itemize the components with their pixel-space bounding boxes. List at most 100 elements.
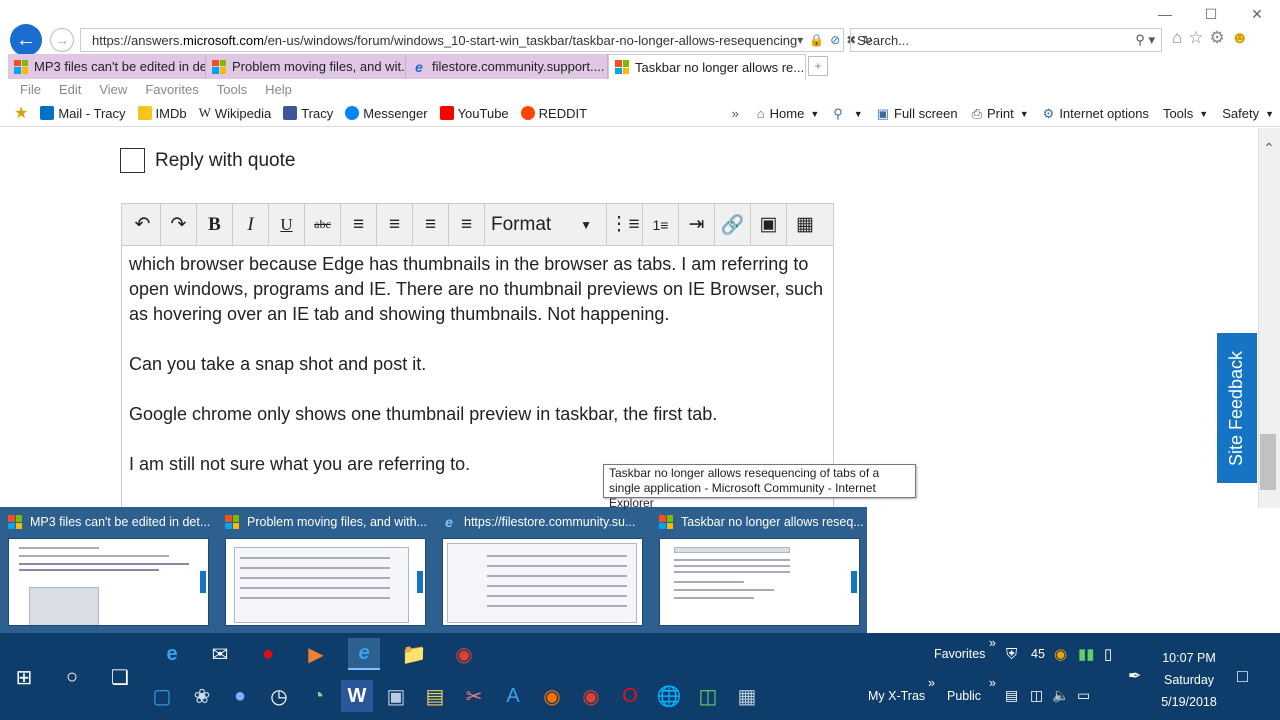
app-window-icon[interactable]: ▦ xyxy=(731,680,763,712)
table-icon[interactable]: ▦ xyxy=(787,204,823,245)
numbered-list-icon[interactable]: 1≡ xyxy=(643,204,679,245)
network-folder-icon[interactable]: ◫ xyxy=(692,680,724,712)
tools-button[interactable]: Tools ▼ xyxy=(1163,106,1208,121)
fav-wikipedia[interactable]: W Wikipedia xyxy=(199,105,272,121)
my-xtras-toolbar-label[interactable]: My X-Tras xyxy=(868,689,925,703)
tab-mp3-files[interactable]: MP3 files can't be edited in det... xyxy=(8,54,206,79)
fav-reddit[interactable]: REDDIT xyxy=(520,106,587,121)
maximize-icon[interactable]: ☐ xyxy=(1188,0,1234,28)
fav-imdb[interactable]: IMDb xyxy=(137,106,187,121)
tray-number[interactable]: 45 xyxy=(1031,647,1045,661)
chrome-icon[interactable]: ◉ xyxy=(575,680,607,712)
display-icon[interactable]: ▭ xyxy=(1077,687,1090,704)
app-a-icon[interactable]: A xyxy=(497,680,529,712)
volume-icon[interactable]: 🔈 xyxy=(1052,687,1069,704)
undo-icon[interactable]: ↶ xyxy=(125,204,161,245)
justify-icon[interactable]: ≡ xyxy=(449,204,485,245)
edge-icon[interactable]: e xyxy=(156,638,188,670)
gauge-icon[interactable]: ◔ xyxy=(302,680,334,712)
menu-favorites[interactable]: Favorites xyxy=(145,82,198,97)
blocked-icon[interactable]: ⊘ xyxy=(830,33,840,47)
globe-icon[interactable]: 🌐 xyxy=(653,680,685,712)
redo-icon[interactable]: ↷ xyxy=(161,204,197,245)
close-icon[interactable]: ✕ xyxy=(1234,0,1280,28)
align-center-icon[interactable]: ≡ xyxy=(377,204,413,245)
windows-start-icon[interactable]: ⊞ xyxy=(8,661,40,693)
tray-bars-icon[interactable]: ▮▮ xyxy=(1078,645,1095,663)
back-button[interactable]: ← xyxy=(10,24,42,56)
menu-help[interactable]: Help xyxy=(265,82,292,97)
action-center-icon[interactable]: □ xyxy=(1237,666,1248,687)
home-icon[interactable]: ⌂ xyxy=(1172,28,1182,48)
network-icon[interactable]: ▤ xyxy=(1005,687,1018,704)
scrollbar-thumb[interactable] xyxy=(1260,434,1276,490)
bubbles-icon[interactable]: ● xyxy=(224,680,256,712)
favorites-star-icon[interactable]: ★ xyxy=(14,103,28,123)
battery-icon[interactable]: ▯ xyxy=(1104,645,1112,663)
clock[interactable]: 10:07 PM Saturday 5/19/2018 xyxy=(1158,647,1220,713)
internet-options-button[interactable]: ⚙ Internet options xyxy=(1043,106,1149,122)
search-input[interactable]: Search... ⚲ ▾ xyxy=(850,28,1162,52)
new-tab-button[interactable]: + xyxy=(808,56,828,76)
zoom-button[interactable]: ⚲ ▼ xyxy=(833,106,862,122)
scroll-up-icon[interactable]: ⌃ xyxy=(1258,140,1280,160)
fav-youtube[interactable]: YouTube xyxy=(439,106,509,121)
close-tab-icon[interactable]: ✕ xyxy=(804,59,805,75)
italic-icon[interactable]: I xyxy=(233,204,269,245)
thumbnail-preview[interactable]: e https://filestore.community.su... xyxy=(434,507,651,633)
fav-messenger[interactable]: Messenger xyxy=(345,106,428,121)
notes-icon[interactable]: ▣ xyxy=(380,680,412,712)
smiley-icon[interactable]: ☻ xyxy=(1231,28,1249,48)
tab-filestore[interactable]: e filestore.community.support.... xyxy=(406,54,608,79)
home-button[interactable]: ⌂ Home ▼ xyxy=(757,106,819,121)
media-player-icon[interactable]: ▶ xyxy=(300,638,332,670)
fav-mail-tracy[interactable]: Mail - Tracy xyxy=(40,106,126,121)
tray-app-icon[interactable]: ◉ xyxy=(1054,645,1067,663)
tab-problem-moving-files[interactable]: Problem moving files, and wit... xyxy=(206,54,406,79)
strikethrough-icon[interactable]: abc xyxy=(305,204,341,245)
indent-icon[interactable]: ⇥ xyxy=(679,204,715,245)
reply-with-quote-checkbox[interactable] xyxy=(120,148,145,173)
thumbnail-preview[interactable]: Taskbar no longer allows reseq... xyxy=(651,507,868,633)
link-icon[interactable]: 🔗 xyxy=(715,204,751,245)
underline-icon[interactable]: U xyxy=(269,204,305,245)
search-icon[interactable]: ⚲ ▾ xyxy=(1135,32,1155,48)
menu-view[interactable]: View xyxy=(99,82,127,97)
align-right-icon[interactable]: ≡ xyxy=(413,204,449,245)
ie-taskbar-icon[interactable]: e xyxy=(348,638,380,670)
task-view-icon[interactable]: ❏ xyxy=(104,661,136,693)
pen-icon[interactable]: ✒ xyxy=(1128,666,1141,686)
favorites-toolbar-label[interactable]: Favorites xyxy=(934,647,985,661)
public-toolbar-label[interactable]: Public xyxy=(947,689,981,703)
star-icon[interactable]: ☆ xyxy=(1188,28,1203,48)
cortana-icon[interactable]: ○ xyxy=(56,661,88,693)
snipping-tool-icon[interactable]: ✂ xyxy=(458,680,490,712)
firefox-icon[interactable]: ◉ xyxy=(536,680,568,712)
tab-taskbar-active[interactable]: Taskbar no longer allows re... ✕ xyxy=(608,54,806,79)
site-feedback-button[interactable]: Site Feedback xyxy=(1217,333,1257,483)
menu-file[interactable]: File xyxy=(20,82,41,97)
dropdown-arrow-icon[interactable]: ▾ xyxy=(797,33,803,47)
record-icon[interactable]: ● xyxy=(252,638,284,670)
fav-facebook-tracy[interactable]: Tracy xyxy=(283,106,333,121)
bold-icon[interactable]: B xyxy=(197,204,233,245)
clock-icon[interactable]: ◷ xyxy=(263,680,295,712)
minimize-icon[interactable]: — xyxy=(1142,0,1188,28)
opera-icon[interactable]: O xyxy=(614,680,646,712)
more-chevron-icon[interactable]: » xyxy=(732,106,739,121)
bullet-list-icon[interactable]: ⋮≡ xyxy=(607,204,643,245)
gear-icon[interactable]: ⚙ xyxy=(1210,28,1225,48)
chevron-icon[interactable]: » xyxy=(989,636,996,650)
app-fish-icon[interactable]: ❀ xyxy=(186,680,218,712)
thumbnail-preview[interactable]: Problem moving files, and with... xyxy=(217,507,434,633)
format-dropdown[interactable]: Format ▼ xyxy=(485,204,607,245)
shield-icon[interactable]: ⛨ xyxy=(1006,646,1017,663)
mail-icon[interactable]: ✉ xyxy=(204,638,236,670)
word-icon[interactable]: W xyxy=(341,680,373,712)
desktop-icon[interactable]: ▢ xyxy=(146,680,178,712)
chevron-icon[interactable]: » xyxy=(928,676,935,690)
chevron-icon[interactable]: » xyxy=(989,676,996,690)
fullscreen-button[interactable]: ▣ Full screen xyxy=(877,106,958,122)
lock-icon[interactable]: 🔒 xyxy=(809,33,824,47)
print-button[interactable]: ⎙ Print ▼ xyxy=(972,106,1029,122)
